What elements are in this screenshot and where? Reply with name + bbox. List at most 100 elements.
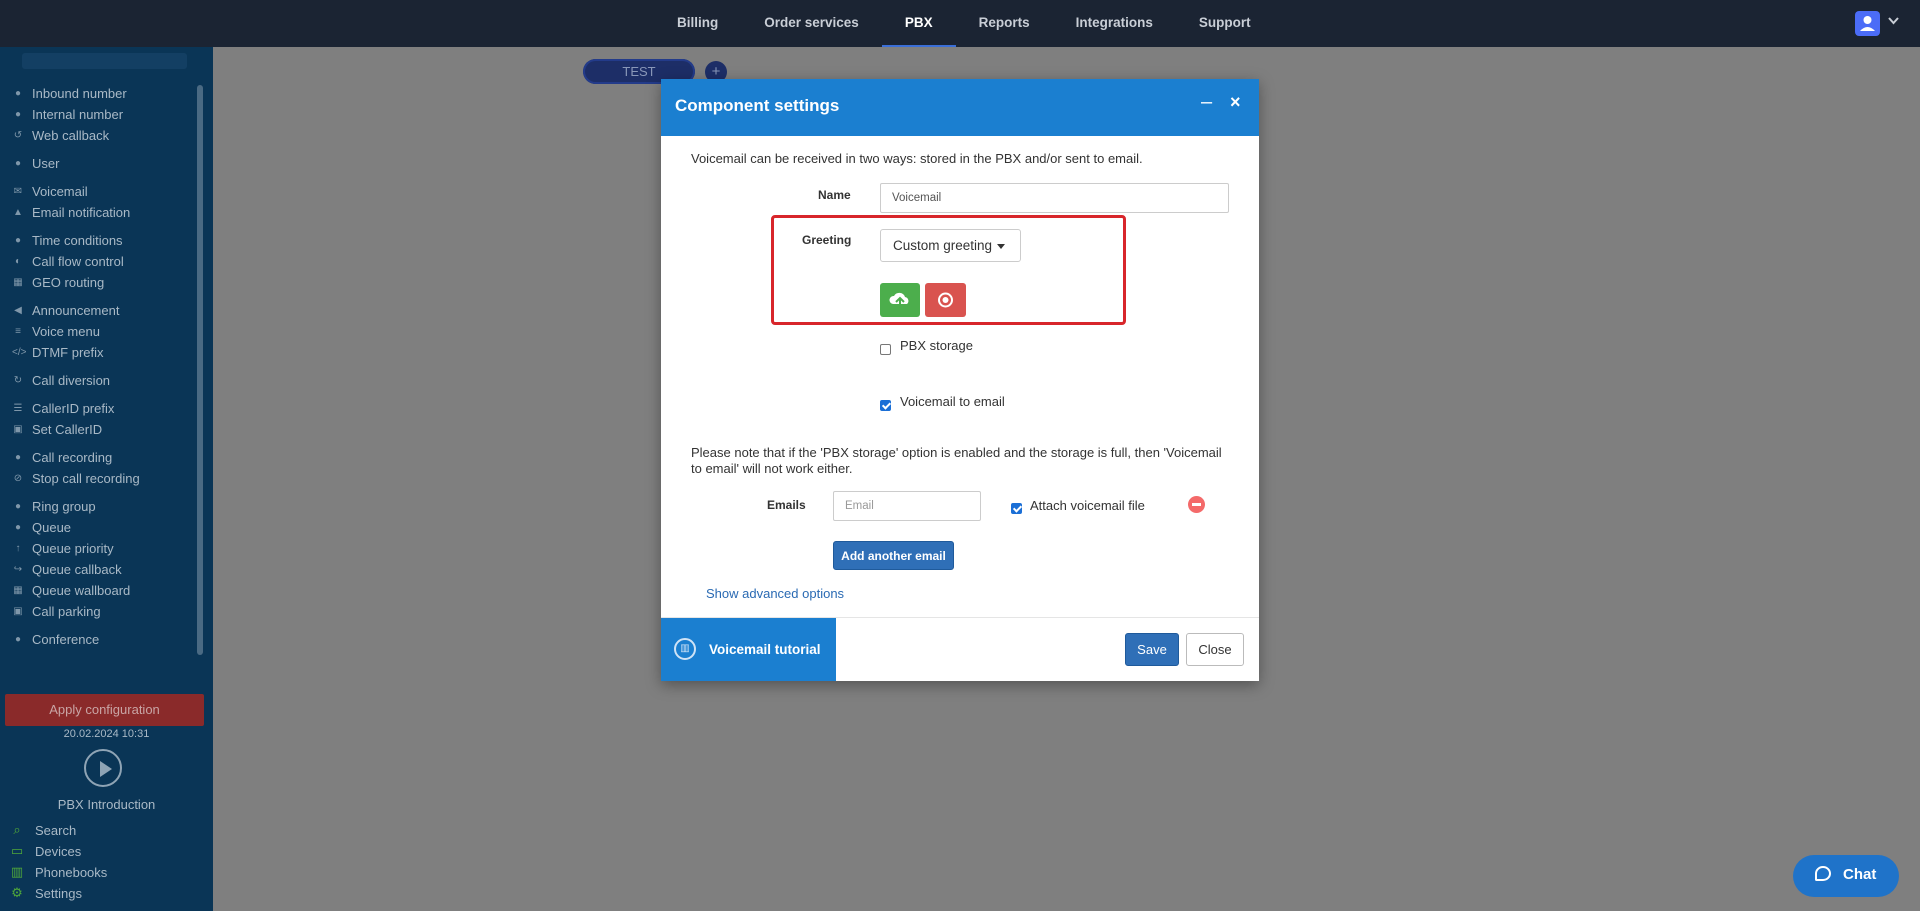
email-field[interactable]: Email: [833, 491, 981, 521]
nav-billing[interactable]: Billing: [654, 0, 741, 47]
sidebar-item-label: Call recording: [32, 450, 113, 465]
clock-icon: ●: [14, 235, 22, 246]
tutorial-label: Voicemail tutorial: [709, 642, 821, 657]
users-icon: ●: [14, 501, 22, 512]
sidebar-item-set-callerid[interactable]: ▣ Set CallerID: [12, 422, 102, 437]
nav-order-services[interactable]: Order services: [741, 0, 882, 47]
sidebar-item-label: Call parking: [32, 604, 101, 619]
sidebar-item-web-callback[interactable]: ↺ Web callback: [12, 128, 109, 143]
add-another-email-button[interactable]: Add another email: [833, 541, 954, 570]
nav-support[interactable]: Support: [1176, 0, 1274, 47]
sidebar-item-voicemail[interactable]: ✉ Voicemail: [12, 184, 88, 199]
sidebar-item-call-parking[interactable]: ▣ Call parking: [12, 604, 101, 619]
sidebar-item-call-recording[interactable]: ● Call recording: [12, 450, 112, 465]
sidebar-item-stop-call-recording[interactable]: ⊘ Stop call recording: [12, 471, 140, 486]
sidebar-item-callerid-prefix[interactable]: ☰ CallerID prefix: [12, 401, 115, 416]
sidebar-item-label: Queue callback: [32, 562, 122, 577]
sidebar-item-voice-menu[interactable]: ≡ Voice menu: [12, 324, 100, 339]
voicemail-tutorial-button[interactable]: ▥ Voicemail tutorial: [661, 618, 836, 681]
voicemail-to-email-checkbox[interactable]: [880, 400, 891, 411]
sidebar-item-label: Queue wallboard: [32, 583, 131, 598]
sidebar-item-conference[interactable]: ● Conference: [12, 632, 99, 647]
sidebar-item-user[interactable]: ● User: [12, 156, 59, 171]
minimize-icon[interactable]: –: [1201, 91, 1212, 114]
tool-search[interactable]: ⌕ Search: [9, 822, 76, 838]
show-advanced-options-link[interactable]: Show advanced options: [706, 586, 844, 601]
sidebar-item-label: Time conditions: [32, 233, 123, 248]
book-icon: ▥: [10, 864, 24, 879]
tool-label: Search: [35, 822, 77, 838]
sidebar-item-label: Stop call recording: [32, 471, 140, 486]
sidebar-item-label: Email notification: [32, 205, 131, 220]
sidebar-item-announcement[interactable]: ◀ Announcement: [12, 303, 119, 318]
sidebar-search-field[interactable]: [22, 53, 187, 69]
sidebar-scrollbar[interactable]: [197, 85, 203, 655]
sidebar-item-label: Inbound number: [32, 86, 127, 101]
undo-icon: ↺: [13, 130, 23, 141]
tool-devices[interactable]: ▭ Devices: [9, 843, 81, 859]
map-pin-icon: ●: [14, 109, 22, 120]
menu-icon: ≡: [15, 326, 21, 337]
pbx-introduction-label[interactable]: PBX Introduction: [0, 797, 213, 812]
list-icon: ☰: [13, 403, 23, 414]
caret-down-icon: [997, 243, 1006, 249]
sidebar-item-queue-callback[interactable]: ↪ Queue callback: [12, 562, 122, 577]
parking-icon: ▣: [13, 606, 23, 617]
user-avatar-button[interactable]: [1855, 11, 1880, 36]
sidebar-item-call-diversion[interactable]: ↻ Call diversion: [12, 373, 110, 388]
sidebar-item-email-notification[interactable]: ▲ Email notification: [12, 205, 130, 220]
play-icon[interactable]: [84, 749, 122, 787]
chat-widget-button[interactable]: Chat: [1793, 855, 1899, 897]
cloud-upload-icon: [889, 292, 909, 308]
sidebar-item-queue[interactable]: ● Queue: [12, 520, 71, 535]
top-navigation: Billing Order services PBX Reports Integ…: [0, 0, 1920, 47]
envelope-icon: ✉: [13, 186, 23, 197]
remove-email-icon[interactable]: [1188, 496, 1205, 513]
pbx-storage-checkbox[interactable]: [880, 344, 891, 355]
name-field[interactable]: Voicemail: [880, 183, 1229, 213]
sidebar-item-ring-group[interactable]: ● Ring group: [12, 499, 96, 514]
sidebar-item-label: Internal number: [32, 107, 124, 122]
greeting-dropdown[interactable]: Custom greeting: [880, 229, 1021, 262]
nav-pbx[interactable]: PBX: [881, 0, 956, 47]
sidebar-item-time-conditions[interactable]: ● Time conditions: [12, 233, 123, 248]
sidebar-item-label: Web callback: [32, 128, 110, 143]
sidebar-item-internal-number[interactable]: ● Internal number: [12, 107, 123, 122]
monitor-icon: ▭: [10, 843, 24, 858]
sidebar-item-label: Conference: [32, 632, 100, 647]
record-icon: [938, 292, 953, 308]
search-icon: ⌕: [13, 822, 21, 837]
sidebar-item-queue-wallboard[interactable]: ▦ Queue wallboard: [12, 583, 130, 598]
upload-greeting-button[interactable]: [880, 283, 920, 317]
sidebar-item-call-flow-control[interactable]: ◐ Call flow control: [12, 254, 124, 269]
nav-integrations[interactable]: Integrations: [1053, 0, 1176, 47]
name-label: Name: [818, 188, 851, 202]
user-icon: [1860, 16, 1875, 31]
nav-reports[interactable]: Reports: [956, 0, 1053, 47]
modal-title: Component settings: [675, 96, 840, 115]
sidebar-item-label: Queue priority: [32, 541, 114, 556]
voicemail-intro-text: Voicemail can be received in two ways: s…: [691, 151, 1143, 166]
close-button[interactable]: Close: [1186, 633, 1244, 666]
sidebar-item-dtmf-prefix[interactable]: </> DTMF prefix: [12, 345, 104, 360]
attach-voicemail-checkbox[interactable]: [1011, 503, 1022, 514]
sidebar-item-label: GEO routing: [32, 275, 105, 290]
close-icon[interactable]: ×: [1230, 92, 1241, 113]
tool-label: Devices: [35, 843, 82, 859]
sidebar-item-queue-priority[interactable]: ↑ Queue priority: [12, 541, 114, 556]
share-icon: ↪: [13, 564, 23, 575]
tool-label: Phonebooks: [35, 864, 108, 880]
table-icon: ▦: [13, 585, 23, 596]
tool-phonebooks[interactable]: ▥ Phonebooks: [9, 864, 107, 880]
sidebar-item-label: Call diversion: [32, 373, 111, 388]
sidebar-item-inbound-number[interactable]: ● Inbound number: [12, 86, 127, 101]
greeting-dropdown-value: Custom greeting: [893, 238, 993, 253]
sidebar-item-geo-routing[interactable]: ▦ GEO routing: [12, 275, 104, 290]
sidebar-item-label: User: [32, 156, 60, 171]
record-greeting-button[interactable]: [925, 283, 966, 317]
chevron-down-icon[interactable]: [1888, 16, 1899, 28]
save-button[interactable]: Save: [1125, 633, 1179, 666]
apply-configuration-button[interactable]: Apply configuration: [5, 694, 204, 726]
greeting-label: Greeting: [802, 233, 852, 247]
tool-settings[interactable]: ⚙ Settings: [9, 885, 82, 901]
